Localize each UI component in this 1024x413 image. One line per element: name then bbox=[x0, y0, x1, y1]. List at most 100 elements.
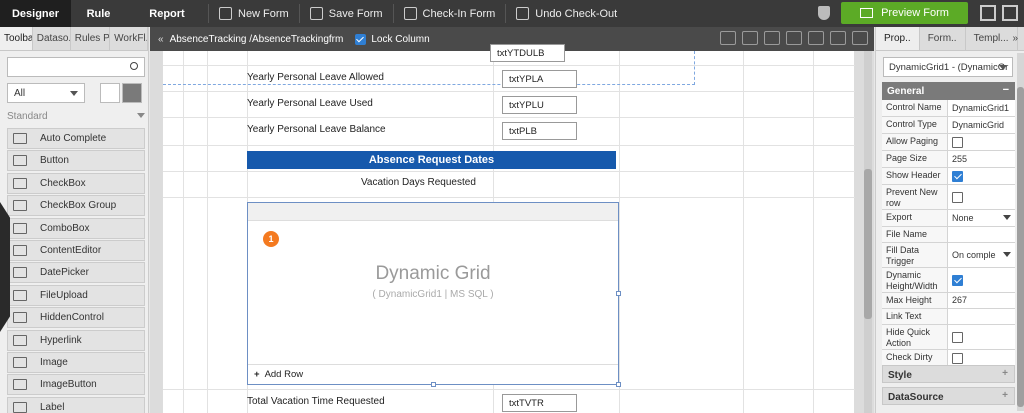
prop-value[interactable] bbox=[948, 227, 1015, 242]
tab-templates[interactable]: Templ... bbox=[966, 27, 1018, 50]
check-dirty-checkbox[interactable] bbox=[952, 352, 963, 364]
fill-data-trigger-select[interactable]: On comple bbox=[948, 243, 1015, 267]
dynamic-grid-control[interactable]: 1 Dynamic Grid ( DynamicGrid1 | MS SQL )… bbox=[247, 202, 619, 385]
layout-columns-icon[interactable] bbox=[786, 31, 802, 45]
save-form-label: Save Form bbox=[328, 7, 383, 20]
tool-auto-complete[interactable]: Auto Complete bbox=[7, 128, 145, 149]
export-select[interactable]: None bbox=[948, 210, 1015, 226]
row-line bbox=[163, 197, 855, 198]
tool-checkbox[interactable]: CheckBox bbox=[7, 172, 145, 194]
expand-icon[interactable]: + bbox=[1002, 368, 1008, 379]
standard-section-label[interactable]: Standard bbox=[7, 111, 48, 122]
tab-toolbar[interactable]: Toolbar bbox=[0, 27, 33, 50]
preview-form-button[interactable]: Preview Form bbox=[841, 2, 968, 24]
undo-check-out-button[interactable]: Undo Check-Out bbox=[506, 0, 627, 27]
style-section-header[interactable]: Style + bbox=[882, 365, 1015, 383]
layout-rows-icon[interactable] bbox=[808, 31, 824, 45]
tool-label: ContentEditor bbox=[40, 244, 102, 256]
prevent-new-row-checkbox[interactable] bbox=[952, 191, 963, 203]
add-row-button[interactable]: + Add Row bbox=[248, 364, 618, 384]
chevron-down-icon bbox=[70, 91, 78, 96]
prop-fill-data-trigger: Fill Data Trigger On comple bbox=[882, 243, 1015, 268]
tab-workflow[interactable]: WorkFl... bbox=[110, 27, 148, 50]
checkbox-icon bbox=[13, 177, 27, 189]
canvas-scroll-thumb[interactable] bbox=[864, 169, 872, 319]
general-section-header[interactable]: General − bbox=[882, 82, 1015, 100]
section-header[interactable]: Absence Request Dates bbox=[247, 151, 616, 169]
tool-image[interactable]: Image bbox=[7, 351, 145, 373]
resize-handle[interactable] bbox=[616, 291, 621, 296]
tool-content-editor[interactable]: ContentEditor bbox=[7, 239, 145, 261]
save-icon bbox=[309, 7, 323, 20]
tool-hidden-control[interactable]: HiddenControl bbox=[7, 307, 145, 329]
mode-tab-report[interactable]: Report bbox=[126, 0, 208, 27]
dynamic-height-checkbox[interactable] bbox=[952, 274, 963, 286]
column-line bbox=[183, 51, 184, 413]
tab-rules[interactable]: Rules P... bbox=[71, 27, 111, 50]
tool-checkbox-group[interactable]: CheckBox Group bbox=[7, 195, 145, 217]
prop-value[interactable]: 267 bbox=[948, 293, 1015, 308]
tab-form[interactable]: Form.. bbox=[920, 27, 966, 50]
hide-quick-actions-checkbox[interactable] bbox=[952, 331, 963, 343]
properties-scroll-thumb[interactable] bbox=[1017, 87, 1024, 407]
check-in-form-button[interactable]: Check-In Form bbox=[394, 0, 506, 27]
layout-grid-icon[interactable] bbox=[764, 31, 780, 45]
toolbox-search-input[interactable] bbox=[7, 57, 145, 77]
prop-value[interactable] bbox=[948, 309, 1015, 324]
tool-date-picker[interactable]: DatePicker bbox=[7, 262, 145, 284]
prop-value[interactable]: DynamicGrid1 bbox=[948, 100, 1015, 116]
prop-dynamic-height-width: Dynamic Height/Width bbox=[882, 268, 1015, 293]
allow-paging-checkbox[interactable] bbox=[952, 136, 963, 148]
collapse-chevron-icon[interactable] bbox=[137, 113, 145, 118]
tool-button[interactable]: Button bbox=[7, 150, 145, 172]
tool-combobox[interactable]: ComboBox bbox=[7, 217, 145, 239]
mode-tab-designer[interactable]: Designer bbox=[0, 0, 71, 27]
control-selector[interactable]: DynamicGrid1 - (DynamicGr bbox=[883, 57, 1013, 77]
resize-handle[interactable] bbox=[616, 382, 621, 387]
tab-properties[interactable]: Prop.. bbox=[876, 27, 920, 50]
show-header-checkbox[interactable] bbox=[952, 170, 963, 182]
prop-value bbox=[948, 185, 1015, 209]
grid-subtitle: ( DynamicGrid1 | MS SQL ) bbox=[372, 289, 494, 300]
collapse-icon[interactable]: − bbox=[1003, 84, 1009, 96]
lock-column-checkbox[interactable] bbox=[355, 33, 367, 45]
prop-page-size: Page Size 255 bbox=[882, 151, 1015, 168]
redo-icon[interactable] bbox=[720, 31, 736, 45]
row-line bbox=[163, 145, 855, 146]
maximize-window-icon[interactable] bbox=[1002, 5, 1018, 21]
layout-table-icon[interactable] bbox=[830, 31, 846, 45]
search-icon[interactable] bbox=[130, 62, 138, 70]
panel-resize-handle[interactable] bbox=[0, 202, 10, 332]
list-view-icon[interactable] bbox=[122, 83, 142, 103]
tool-hyperlink[interactable]: Hyperlink bbox=[7, 329, 145, 351]
text-field[interactable]: txtPLB bbox=[502, 122, 577, 140]
tab-datasource[interactable]: Dataso... bbox=[33, 27, 71, 50]
expand-icon[interactable]: + bbox=[1002, 390, 1008, 401]
toolbox-filter-select[interactable]: All bbox=[7, 83, 85, 103]
mode-tab-rule[interactable]: Rule bbox=[71, 0, 126, 27]
filter-value: All bbox=[14, 88, 26, 99]
text-field[interactable]: txtYPLA bbox=[502, 70, 577, 88]
undo-icon[interactable] bbox=[742, 31, 758, 45]
shield-icon[interactable] bbox=[818, 6, 830, 20]
tool-file-upload[interactable]: FileUpload bbox=[7, 284, 145, 306]
trash-icon[interactable] bbox=[852, 31, 868, 45]
prop-name: Prevent New row bbox=[882, 185, 948, 209]
prop-value[interactable]: 255 bbox=[948, 151, 1015, 167]
datasource-section-header[interactable]: DataSource + bbox=[882, 387, 1015, 405]
column-line bbox=[619, 51, 620, 413]
grid-view-icon[interactable] bbox=[100, 83, 120, 103]
expand-panel-button[interactable]: » bbox=[1012, 33, 1018, 44]
tool-label[interactable]: Label bbox=[7, 396, 145, 413]
prop-control-type: Control Type DynamicGrid bbox=[882, 117, 1015, 134]
text-field[interactable]: txtYTDULB bbox=[490, 44, 565, 62]
new-form-button[interactable]: New Form bbox=[209, 0, 299, 27]
save-form-button[interactable]: Save Form bbox=[300, 0, 393, 27]
collapse-left-panel-button[interactable]: « bbox=[150, 34, 170, 45]
minimize-window-icon[interactable] bbox=[980, 5, 996, 21]
resize-handle[interactable] bbox=[431, 382, 436, 387]
tool-image-button[interactable]: ImageButton bbox=[7, 374, 145, 396]
text-field[interactable]: txtYPLU bbox=[502, 96, 577, 114]
prop-file-name: File Name bbox=[882, 227, 1015, 243]
text-field[interactable]: txtTVTR bbox=[502, 394, 577, 412]
